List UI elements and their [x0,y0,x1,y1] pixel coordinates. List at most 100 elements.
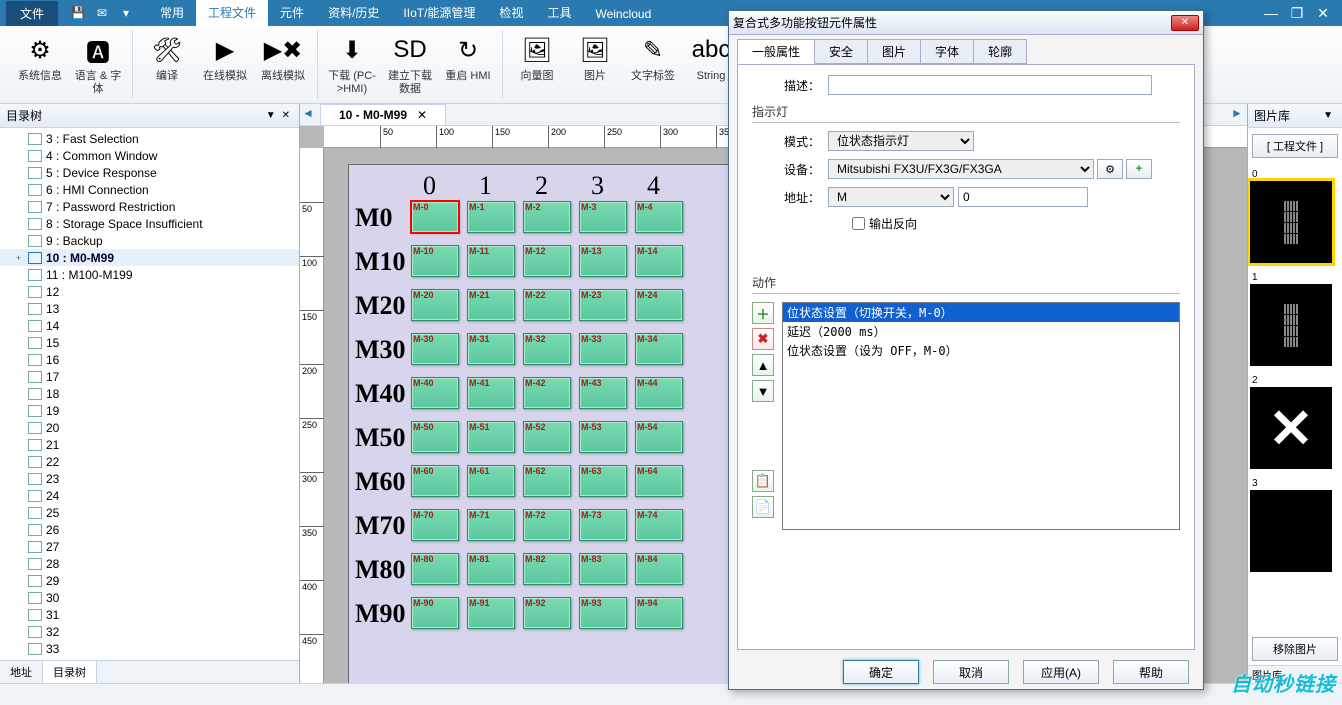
button-component[interactable]: M-24 [635,289,683,321]
button-component[interactable]: M-60 [411,465,459,497]
tree-item[interactable]: 24 [0,487,299,504]
editor-tab[interactable]: 10 - M0-M99 ✕ [320,104,446,125]
button-component[interactable]: M-11 [467,245,515,277]
button-component[interactable]: M-62 [523,465,571,497]
button-component[interactable]: M-12 [523,245,571,277]
reverse-checkbox[interactable] [852,217,865,230]
project-file-button[interactable]: [ 工程文件 ] [1252,134,1338,158]
actions-list[interactable]: 位状态设置（切换开关，M-0）延迟（2000 ms）位状态设置（设为 OFF，M… [782,302,1180,530]
tree-item[interactable]: 7 : Password Restriction [0,198,299,215]
button-component[interactable]: M-50 [411,421,459,453]
action-item[interactable]: 位状态设置（设为 OFF，M-0） [783,341,1179,360]
tree-item[interactable]: 32 [0,623,299,640]
library-thumbnail[interactable] [1250,490,1332,572]
tree-item[interactable]: 20 [0,419,299,436]
dialog-tab[interactable]: 一般属性 [737,39,815,64]
button-component[interactable]: M-73 [579,509,627,541]
button-component[interactable]: M-34 [635,333,683,365]
minimize-icon[interactable]: — [1260,5,1282,21]
button-component[interactable]: M-81 [467,553,515,585]
close-tab-icon[interactable]: ✕ [417,108,427,122]
tree-item[interactable]: 27 [0,538,299,555]
button-component[interactable]: M-32 [523,333,571,365]
tree-item[interactable]: 22 [0,453,299,470]
tree-item[interactable]: 11 : M100-M199 [0,266,299,283]
action-item[interactable]: 位状态设置（切换开关，M-0） [783,303,1179,322]
button-component[interactable]: M-80 [411,553,459,585]
button-component[interactable]: M-91 [467,597,515,629]
button-component[interactable]: M-31 [467,333,515,365]
dialog-titlebar[interactable]: 复合式多功能按钮元件属性 ✕ [729,11,1203,35]
tree-item[interactable]: 6 : HMI Connection [0,181,299,198]
dialog-tab[interactable]: 安全 [814,39,868,64]
pin-icon[interactable]: ▼ [1320,110,1336,121]
ribbon-button[interactable]: ⚙系统信息 [12,30,68,99]
button-component[interactable]: M-0 [411,201,459,233]
tree-item[interactable]: 21 [0,436,299,453]
button-component[interactable]: M-71 [467,509,515,541]
tree-item[interactable]: 28 [0,555,299,572]
cancel-button[interactable]: 取消 [933,660,1009,684]
tree[interactable]: 3 : Fast Selection4 : Common Window5 : D… [0,128,299,660]
button-component[interactable]: M-70 [411,509,459,541]
tree-item[interactable]: 14 [0,317,299,334]
button-component[interactable]: M-1 [467,201,515,233]
button-component[interactable]: M-82 [523,553,571,585]
tree-item[interactable]: +10 : M0-M99 [0,249,299,266]
ok-button[interactable]: 确定 [843,660,919,684]
button-component[interactable]: M-53 [579,421,627,453]
close-icon[interactable]: ✕ [1312,5,1334,21]
tree-item[interactable]: 12 [0,283,299,300]
device-select[interactable]: Mitsubishi FX3U/FX3G/FX3GA [828,159,1094,179]
move-up-button[interactable]: ▲ [752,354,774,376]
button-component[interactable]: M-10 [411,245,459,277]
ribbon-button[interactable]: 🛠编译 [139,30,195,99]
copy-action-button[interactable]: 📋 [752,470,774,492]
library-thumbnail[interactable] [1250,284,1332,366]
tree-item[interactable]: 13 [0,300,299,317]
help-button[interactable]: 帮助 [1113,660,1189,684]
tree-item[interactable]: 26 [0,521,299,538]
button-component[interactable]: M-72 [523,509,571,541]
tree-item[interactable]: 4 : Common Window [0,147,299,164]
tree-item[interactable]: 3 : Fast Selection [0,130,299,147]
tree-item[interactable]: 16 [0,351,299,368]
paste-action-button[interactable]: 📄 [752,496,774,518]
tree-item[interactable]: 17 [0,368,299,385]
ribbon-button[interactable]: SD建立下载数据 [382,30,438,99]
ribbon-button[interactable]: 🖼向量图 [509,30,565,99]
mode-select[interactable]: 位状态指示灯 [828,131,974,151]
button-component[interactable]: M-40 [411,377,459,409]
tree-item[interactable]: 33 [0,640,299,657]
button-component[interactable]: M-22 [523,289,571,321]
button-component[interactable]: M-74 [635,509,683,541]
button-component[interactable]: M-84 [635,553,683,585]
action-item[interactable]: 延迟（2000 ms） [783,322,1179,341]
dropdown-icon[interactable]: ▾ [116,4,136,22]
ribbon-button[interactable]: ↻重启 HMI [440,30,496,99]
button-component[interactable]: M-61 [467,465,515,497]
prev-tab-icon[interactable]: ◄ [302,106,316,120]
tree-item[interactable]: 5 : Device Response [0,164,299,181]
tree-item[interactable]: 23 [0,470,299,487]
tree-item[interactable]: 30 [0,589,299,606]
button-component[interactable]: M-2 [523,201,571,233]
ribbon-button[interactable]: ✎文字标签 [625,30,681,99]
tree-item[interactable]: 31 [0,606,299,623]
dialog-tab[interactable]: 字体 [920,39,974,64]
ribbon-button[interactable]: 🖼图片 [567,30,623,99]
button-component[interactable]: M-41 [467,377,515,409]
device-config-icon[interactable]: ⚙ [1097,159,1123,179]
library-thumbnail[interactable]: ✕ [1250,387,1332,469]
library-thumbnail[interactable] [1250,181,1332,263]
button-component[interactable]: M-44 [635,377,683,409]
button-component[interactable]: M-3 [579,201,627,233]
restore-icon[interactable]: ❐ [1286,5,1308,21]
button-component[interactable]: M-52 [523,421,571,453]
button-component[interactable]: M-51 [467,421,515,453]
dialog-tab[interactable]: 轮廓 [973,39,1027,64]
button-component[interactable]: M-93 [579,597,627,629]
button-component[interactable]: M-54 [635,421,683,453]
close-panel-icon[interactable]: ✕ [279,110,293,121]
button-component[interactable]: M-13 [579,245,627,277]
